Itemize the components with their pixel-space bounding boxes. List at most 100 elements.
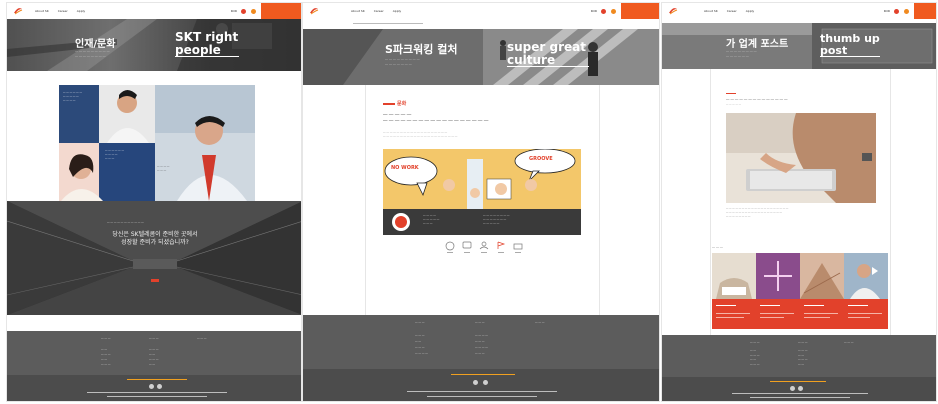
hero-title-en: SKT right people	[175, 30, 239, 58]
nav-item-apply[interactable]: Apply	[746, 9, 754, 13]
post-card[interactable]: ― ― ― ― ― ― ― ― ― ― ― ― ― ― ― ― ― ― ― ― …	[720, 89, 880, 235]
hero-photo	[7, 19, 301, 71]
related-post-4-caption	[844, 299, 888, 329]
people-icon[interactable]	[479, 241, 489, 255]
related-post-4[interactable]	[844, 253, 888, 329]
footer-col-3-title[interactable]: ― ― ―	[197, 337, 206, 340]
related-post-2[interactable]	[756, 253, 800, 329]
nav-item-apply[interactable]: Apply	[77, 9, 85, 13]
footer-col-1-title[interactable]: ― ― ―	[415, 321, 424, 324]
footer-address	[732, 393, 868, 395]
badge-icon	[392, 213, 410, 231]
hero-title-en: thumb up post	[820, 32, 880, 58]
footer-col-2-links[interactable]: ― ― ― ― ― ― ― ― ― ―	[149, 347, 158, 367]
footer-col-1-links[interactable]: ― ― ― ― ― ― ― ― ― ―	[101, 347, 110, 367]
collage-caption-1: ― ― ― ― ― ― ― ― ― ― ― ― ― ― ―	[63, 91, 82, 102]
facebook-icon[interactable]	[473, 380, 478, 385]
related-post-4-image	[844, 253, 888, 299]
dark-section-quote: 당신은 SK텔레콤이 준비한 곳에서 성장할 준비가 되셨습니까?	[61, 231, 249, 247]
footer-bottom	[303, 369, 659, 401]
sk-logo-icon[interactable]	[668, 7, 678, 15]
footer-bottom	[662, 377, 936, 401]
bubble-right-text: GROOVE	[529, 156, 553, 162]
footer-address	[87, 392, 227, 394]
footer-col-1-links[interactable]: ― ― ― ― ― ― ― ― ― ―	[750, 349, 759, 367]
footer-policy-links[interactable]	[770, 381, 826, 383]
hero-subtitle: ― ― ― ― ― ― ― ― ― ― ― ― ― ―	[726, 49, 757, 58]
related-post-2-image	[756, 253, 800, 299]
footer-col-2-title[interactable]: ― ― ―	[475, 321, 484, 324]
footer-policy-links[interactable]	[451, 374, 515, 376]
facebook-icon[interactable]	[790, 386, 795, 391]
search-dot-icon[interactable]	[611, 8, 616, 14]
hero-title-ko: 가 업계 포스트	[726, 39, 789, 50]
footer-col-1-links[interactable]: ― ― ― ― ― ― ― ― ― ― ― ―	[415, 333, 428, 357]
section-description: ― ― ― ― ― ― ― ― ― ― ― ― ― ― ― ― ― ― ― ― ―…	[383, 131, 458, 138]
related-post-3-image	[800, 253, 844, 299]
youtube-icon[interactable]	[157, 384, 162, 389]
notice-dot-icon[interactable]	[601, 8, 606, 14]
language-toggle[interactable]: KOR	[231, 9, 237, 13]
people-collage: ― ― ― ― ― ― ― ― ― ― ― ― ― ― ― ― ― ― ― ― ― ―…	[59, 85, 255, 201]
content-border-left	[710, 69, 711, 339]
youtube-icon[interactable]	[798, 386, 803, 391]
footer: ― ― ― ― ― ― ― ― ― ― ― ― ― ― ― ― ― ― ― ― ― ―…	[7, 331, 301, 401]
footer-col-2-links[interactable]: ― ― ― ― ― ― ― ― ― ―	[798, 349, 807, 367]
clock-icon[interactable]	[445, 241, 455, 255]
youtube-icon[interactable]	[483, 380, 488, 385]
nav-item-about[interactable]: About SK	[351, 9, 365, 13]
sub-nav[interactable]	[353, 23, 423, 24]
footer-col-2-title[interactable]: ― ― ―	[149, 337, 158, 340]
chat-icon[interactable]	[462, 241, 472, 255]
nav-item-career[interactable]: Career	[727, 9, 737, 13]
facebook-icon[interactable]	[149, 384, 154, 389]
hero-banner: S파크워킹 컬처 ― ― ― ― ― ― ― ― ― ― ― ― ― ― ― ― …	[303, 29, 659, 85]
hero-title-ko: S파크워킹 컬처	[385, 43, 458, 56]
info-strip-right: ― ― ― ― ― ― ― ― ― ― ― ― ― ― ― ― ― ― ― ―	[483, 214, 510, 225]
related-post-1-caption	[712, 299, 756, 329]
footer-col-3-title[interactable]: ― ― ―	[844, 341, 853, 344]
post-image	[726, 113, 876, 203]
nav-item-apply[interactable]: Apply	[393, 9, 401, 13]
footer-col-3-title[interactable]: ― ― ―	[535, 321, 544, 324]
nav-item-career[interactable]: Career	[374, 9, 384, 13]
sk-logo-icon[interactable]	[309, 7, 319, 15]
related-posts-title: ― ― ―	[712, 245, 723, 249]
related-post-1[interactable]	[712, 253, 756, 329]
section-title: 문화	[397, 101, 407, 107]
footer-col-1-title[interactable]: ― ― ―	[750, 341, 759, 344]
related-post-3-caption	[800, 299, 844, 329]
apply-button[interactable]	[621, 3, 659, 19]
post-title: ― ― ― ― ― ― ― ― ― ― ― ― ― ―	[726, 97, 788, 101]
footer-col-2-title[interactable]: ― ― ―	[798, 341, 807, 344]
search-dot-icon[interactable]	[251, 8, 256, 14]
language-toggle[interactable]: KOR	[591, 9, 597, 13]
footer-col-2-links[interactable]: ― ― ― ― ― ― ― ― ― ― ― ― ― ―	[475, 333, 488, 357]
collage-caption-3: ― ― ― ― ― ― ―	[157, 165, 170, 172]
nav-item-about[interactable]: About SK	[35, 9, 49, 13]
quote-line-1: 당신은 SK텔레콤이 준비한 곳에서	[112, 231, 198, 238]
content-border-right	[599, 85, 600, 317]
tunnel-photo	[7, 201, 301, 315]
apply-button[interactable]	[914, 3, 936, 19]
footer-policy-links[interactable]	[127, 379, 187, 381]
dark-section-eyebrow: ― ― ― ― ― ― ― ― ― ― ―	[107, 221, 144, 224]
footer: ― ― ― ― ― ― ― ― ― ― ― ― ― ― ― ― ― ― ― ― ― ―…	[662, 335, 936, 401]
notice-dot-icon[interactable]	[241, 8, 246, 14]
related-posts-grid	[712, 253, 888, 329]
sk-logo-icon[interactable]	[13, 7, 23, 15]
hero-subtitle: ― ― ― ― ― ― ― ― ― ― ― ― ― ― ― ― ―	[75, 49, 110, 58]
footer-copyright	[427, 396, 537, 398]
gift-icon[interactable]	[513, 241, 523, 255]
apply-button[interactable]	[261, 3, 301, 19]
nav-item-career[interactable]: Career	[58, 9, 68, 13]
footer-col-1-title[interactable]: ― ― ―	[101, 337, 110, 340]
culture-dark-section: ― ― ― ― ― ― ― ― ― ― ― 당신은 SK텔레콤이 준비한 곳에서…	[7, 201, 301, 315]
notice-dot-icon[interactable]	[894, 8, 899, 14]
search-dot-icon[interactable]	[904, 8, 909, 14]
related-post-3[interactable]	[800, 253, 844, 329]
language-toggle[interactable]: KOR	[884, 9, 890, 13]
hero-banner: 인재/문화 ― ― ― ― ― ― ― ― ― ― ― ― ― ― ― ― ― S…	[7, 19, 301, 71]
flag-icon[interactable]	[496, 241, 506, 255]
nav-item-about[interactable]: About SK	[704, 9, 718, 13]
